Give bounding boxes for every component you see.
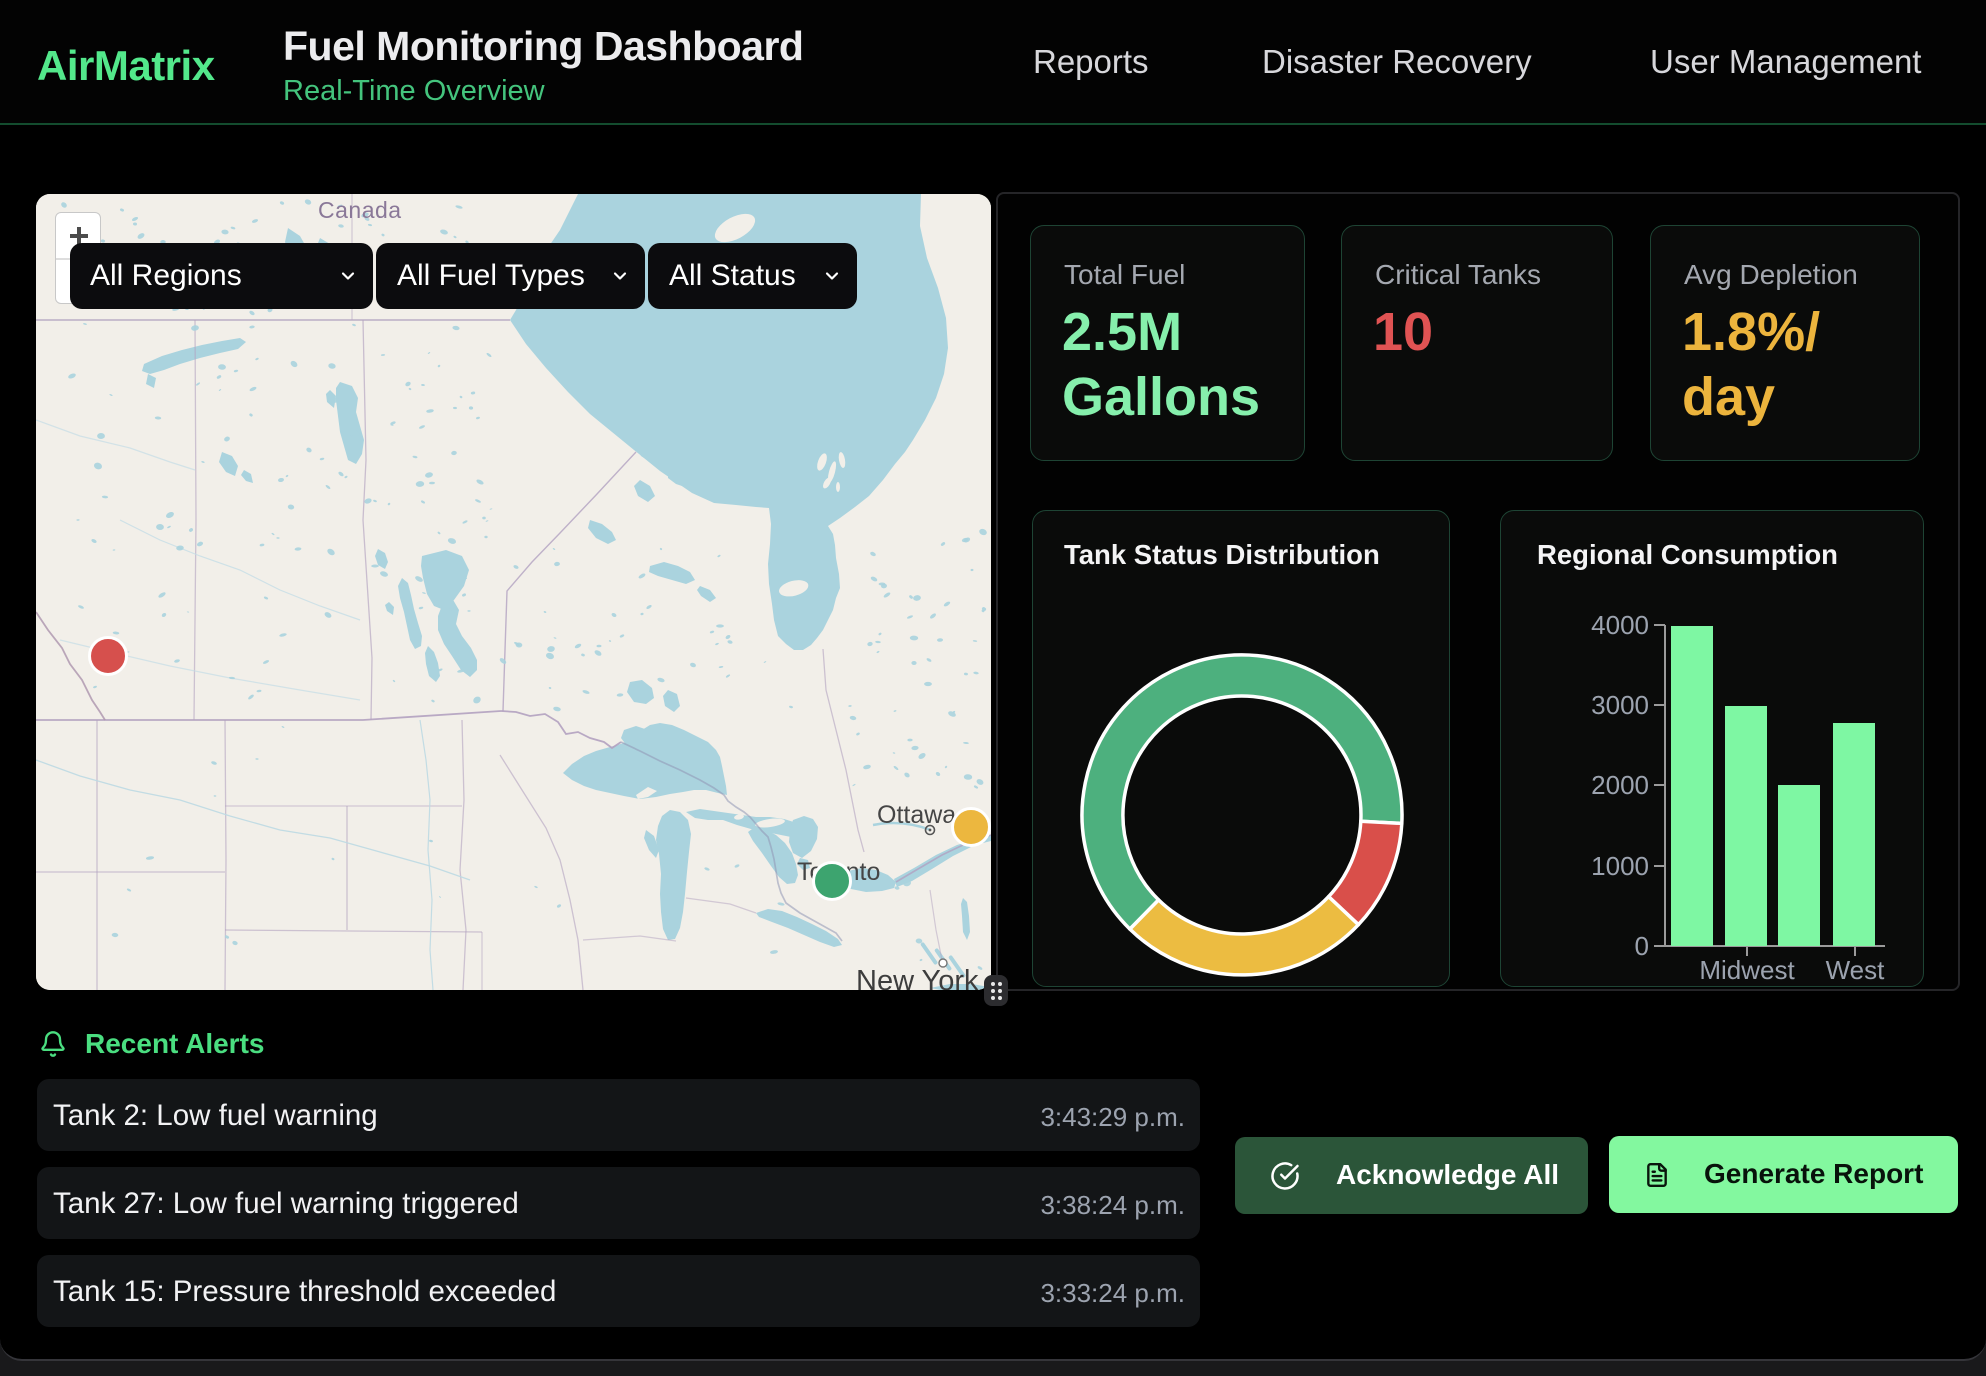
- svg-text:2000: 2000: [1591, 770, 1649, 800]
- svg-text:4000: 4000: [1591, 610, 1649, 640]
- svg-text:1000: 1000: [1591, 851, 1649, 881]
- svg-text:Midwest: Midwest: [1699, 955, 1795, 985]
- svg-text:0: 0: [1635, 931, 1649, 961]
- svg-text:West: West: [1826, 955, 1886, 985]
- svg-text:Ottawa: Ottawa: [877, 801, 956, 829]
- svg-text:3000: 3000: [1591, 690, 1649, 720]
- svg-text:Canada: Canada: [318, 197, 402, 223]
- svg-text:New York: New York: [856, 965, 979, 990]
